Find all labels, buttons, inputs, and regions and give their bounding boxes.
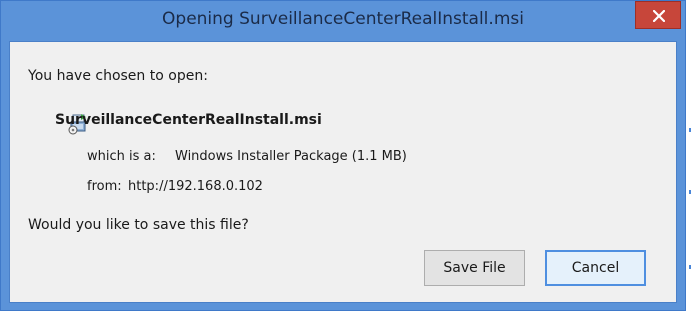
dialog-body: You have chosen to open: SurveillanceCen… [9,41,677,303]
opening-file-dialog: Opening SurveillanceCenterRealInstall.ms… [0,0,686,311]
file-name: SurveillanceCenterRealInstall.msi [55,112,322,128]
source-label: from: [87,179,122,194]
save-file-button[interactable]: Save File [424,250,525,286]
close-icon [653,10,665,22]
edge-mark [689,190,691,194]
source-url: http://192.168.0.102 [128,179,263,194]
edge-mark [689,265,691,269]
title-bar[interactable]: Opening SurveillanceCenterRealInstall.ms… [1,1,685,41]
background-window-edge [688,0,694,313]
dialog-title: Opening SurveillanceCenterRealInstall.ms… [162,9,524,29]
edge-mark [689,128,691,132]
save-question: Would you like to save this file? [28,217,249,233]
cancel-button[interactable]: Cancel [545,250,646,286]
file-type-value: Windows Installer Package (1.1 MB) [175,149,407,164]
close-button[interactable] [635,1,681,29]
file-type-label: which is a: [87,149,156,164]
intro-text: You have chosen to open: [28,68,208,84]
